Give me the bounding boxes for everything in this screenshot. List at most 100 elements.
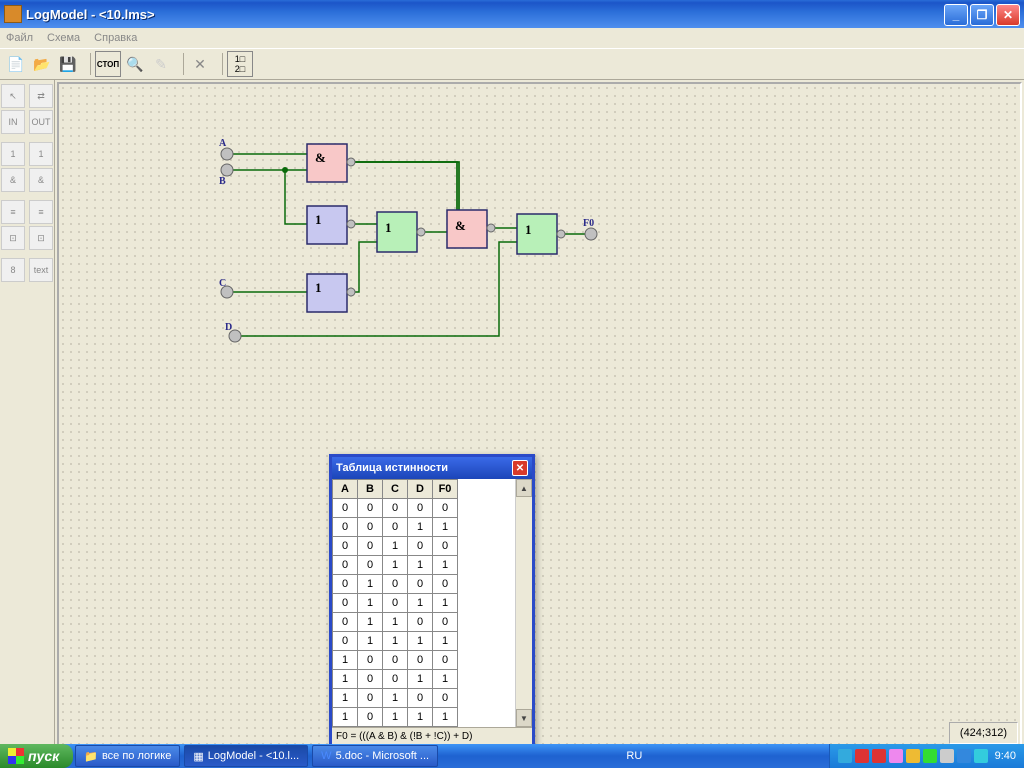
truth-titlebar[interactable]: Таблица истинности ✕ xyxy=(332,457,532,479)
menu-help[interactable]: Справка xyxy=(94,32,137,44)
truth-formula: F0 = (((A & B) & (!B + !C)) + D) xyxy=(332,727,532,745)
tray-icon[interactable] xyxy=(872,749,886,763)
out-tool[interactable]: OUT xyxy=(29,110,53,134)
input-a-label: A xyxy=(219,138,227,149)
input-d-label: D xyxy=(225,322,232,333)
tray-icon[interactable] xyxy=(889,749,903,763)
table-row: 10100 xyxy=(333,689,458,708)
gate-and2[interactable] xyxy=(447,210,487,248)
truth-close-button[interactable]: ✕ xyxy=(512,460,528,476)
edit-button[interactable]: ✎ xyxy=(149,52,173,76)
menu-file[interactable]: Файл xyxy=(6,32,33,44)
gate-not1[interactable] xyxy=(307,206,347,244)
not-tool[interactable]: 1 xyxy=(1,142,25,166)
truth-header: A xyxy=(333,480,358,499)
gate-and1[interactable] xyxy=(307,144,347,182)
and-tool[interactable]: & xyxy=(1,168,25,192)
table-row: 01000 xyxy=(333,575,458,594)
minimize-button[interactable]: _ xyxy=(944,4,968,26)
menubar: Файл Схема Справка xyxy=(0,28,1024,48)
svg-text:&: & xyxy=(315,150,326,165)
scroll-down-icon[interactable]: ▼ xyxy=(516,709,532,727)
output-node[interactable] xyxy=(585,228,597,240)
output-label: F0 xyxy=(583,218,594,229)
find-button[interactable]: 🔍 xyxy=(123,52,147,76)
taskbar: пуск 📁все по логике ▦LogModel - <10.l...… xyxy=(0,744,1024,768)
input-b-node[interactable] xyxy=(221,164,233,176)
statusbar: (424;312) xyxy=(949,722,1018,744)
tray-icon[interactable] xyxy=(974,749,988,763)
svg-text:1: 1 xyxy=(315,212,322,227)
in-tool[interactable]: IN xyxy=(1,110,25,134)
truth-title: Таблица истинности xyxy=(336,462,448,474)
list-button[interactable]: 1□2□ xyxy=(227,51,253,77)
table-row: 00000 xyxy=(333,499,458,518)
seg-tool[interactable]: 8 xyxy=(1,258,25,282)
move-tool[interactable]: ⇄ xyxy=(29,84,53,108)
circuit-diagram: A B C D & 1 1 1 & xyxy=(59,84,1019,744)
table-row: 00011 xyxy=(333,518,458,537)
input-b-label: B xyxy=(219,176,226,187)
truth-header: B xyxy=(358,480,383,499)
tray-icon[interactable] xyxy=(838,749,852,763)
canvas[interactable]: A B C D & 1 1 1 & xyxy=(57,82,1022,748)
table-row: 01011 xyxy=(333,594,458,613)
not2-tool[interactable]: 1 xyxy=(29,142,53,166)
truth-table: ABCDF0 000000001100100001110100001011011… xyxy=(332,479,458,727)
svg-text:1: 1 xyxy=(315,280,322,295)
cursor-coords: (424;312) xyxy=(960,727,1007,739)
truth-header: D xyxy=(408,480,433,499)
table-row: 01100 xyxy=(333,613,458,632)
close-button[interactable]: ✕ xyxy=(996,4,1020,26)
gate4-tool[interactable]: ⊡ xyxy=(29,226,53,250)
tool-palette: ↖⇄ INOUT 11 && ≡≡ ⊡⊡ 8text xyxy=(0,80,55,750)
gate3-tool[interactable]: ⊡ xyxy=(1,226,25,250)
toolbar: 📄 📂 💾 СТОП 🔍 ✎ ✕ 1□2□ xyxy=(0,48,1024,80)
menu-schema[interactable]: Схема xyxy=(47,32,80,44)
language-indicator[interactable]: RU xyxy=(622,750,646,762)
gate-or2[interactable] xyxy=(517,214,557,254)
save-button[interactable]: 💾 xyxy=(56,52,80,76)
gate2-tool[interactable]: ≡ xyxy=(29,200,53,224)
windows-flag-icon xyxy=(8,748,24,764)
stop-button[interactable]: СТОП xyxy=(95,51,121,77)
gate-or1[interactable] xyxy=(377,212,417,252)
truth-table-window[interactable]: Таблица истинности ✕ ABCDF0 000000001100… xyxy=(329,454,535,748)
window-title: LogModel - <10.lms> xyxy=(26,7,155,22)
app-icon xyxy=(4,5,22,23)
text-tool[interactable]: text xyxy=(29,258,53,282)
table-row: 01111 xyxy=(333,632,458,651)
input-a-node[interactable] xyxy=(221,148,233,160)
tray-icon[interactable] xyxy=(906,749,920,763)
table-row: 00111 xyxy=(333,556,458,575)
delete-button[interactable]: ✕ xyxy=(188,52,212,76)
table-row: 10000 xyxy=(333,651,458,670)
tray-icon[interactable] xyxy=(923,749,937,763)
open-button[interactable]: 📂 xyxy=(30,52,54,76)
gate-not2[interactable] xyxy=(307,274,347,312)
table-row: 10011 xyxy=(333,670,458,689)
start-button[interactable]: пуск xyxy=(0,744,73,768)
and2-tool[interactable]: & xyxy=(29,168,53,192)
truth-header: F0 xyxy=(433,480,458,499)
tray-icon[interactable] xyxy=(957,749,971,763)
taskbar-item-3[interactable]: W5.doc - Microsoft ... xyxy=(312,745,438,767)
arrow-tool[interactable]: ↖ xyxy=(1,84,25,108)
system-tray: 9:40 xyxy=(829,744,1024,768)
tray-icon[interactable] xyxy=(855,749,869,763)
tray-icon[interactable] xyxy=(940,749,954,763)
svg-text:1: 1 xyxy=(385,220,392,235)
svg-text:&: & xyxy=(455,218,466,233)
gate1-tool[interactable]: ≡ xyxy=(1,200,25,224)
input-c-label: C xyxy=(219,278,226,289)
taskbar-item-1[interactable]: 📁все по логике xyxy=(75,745,180,767)
maximize-button[interactable]: ❐ xyxy=(970,4,994,26)
table-row: 00100 xyxy=(333,537,458,556)
truth-header: C xyxy=(383,480,408,499)
clock[interactable]: 9:40 xyxy=(995,750,1016,762)
scroll-up-icon[interactable]: ▲ xyxy=(516,479,532,497)
taskbar-item-2[interactable]: ▦LogModel - <10.l... xyxy=(184,745,308,767)
new-button[interactable]: 📄 xyxy=(4,52,28,76)
table-row: 10111 xyxy=(333,708,458,727)
truth-scrollbar[interactable]: ▲ ▼ xyxy=(515,479,532,727)
